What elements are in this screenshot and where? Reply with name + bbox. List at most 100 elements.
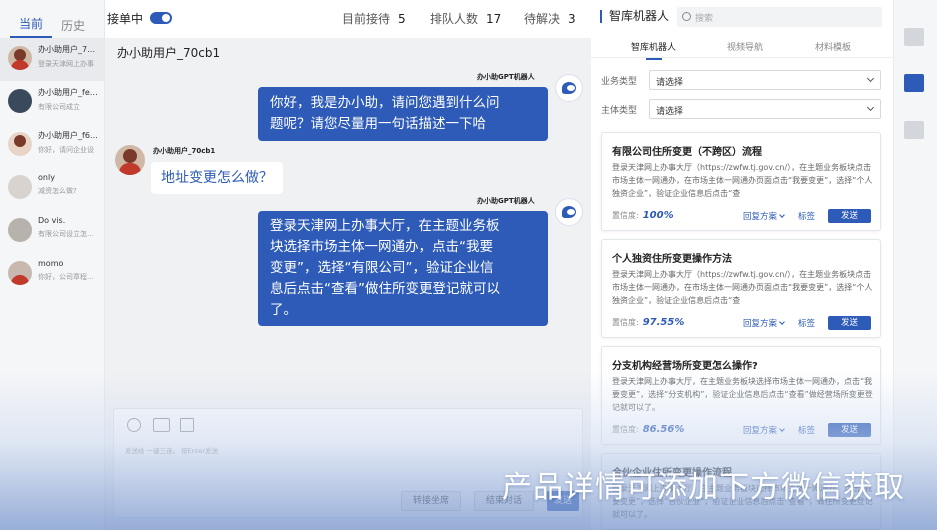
chat-title: 办小助用户_70cb1	[117, 46, 221, 60]
session-name: only	[38, 173, 55, 182]
send-answer-button[interactable]: 发送	[828, 209, 871, 223]
knowledge-search-icon[interactable]	[904, 74, 924, 92]
answer-card: 分支机构经营场所变更怎么操作? 登录天津网上办事大厅，在主题业务板块选择市场主体…	[601, 346, 881, 445]
session-name: 办小助用户_f6…	[38, 131, 98, 140]
plan-label: 回复方案	[743, 319, 778, 329]
panel-tabs: 智库机器人 视频导航 材料模板	[591, 38, 893, 60]
send-answer-button[interactable]: 发送	[828, 316, 871, 330]
stat-label: 目前接待	[342, 12, 391, 26]
bot-name: 办小助GPT机器人	[477, 197, 535, 205]
bot-message: 登录天津网上办事大厅，在主题业务板 块选择市场主体一网通办，点击“我要 变更”，…	[258, 211, 548, 326]
select-value: 请选择	[656, 107, 684, 117]
business-type-label: 业务类型	[601, 77, 638, 87]
session-preview: 登录天津网上办事	[38, 60, 94, 68]
session-item[interactable]: Do vis. 有限公司设立怎…	[0, 210, 104, 253]
confidence: 置信度: 100%	[612, 210, 674, 221]
search-placeholder: 搜索	[695, 14, 714, 24]
confidence-label: 置信度:	[612, 425, 639, 434]
session-name: Do vis.	[38, 216, 66, 225]
user-name: 办小助用户_70cb1	[153, 147, 216, 155]
send-answer-button[interactable]: 发送	[828, 423, 871, 437]
chevron-down-icon	[779, 426, 785, 432]
yen-icon[interactable]	[904, 121, 924, 139]
user-message: 地址变更怎么做？	[151, 162, 283, 194]
answer-card: 有限公司住所变更（不跨区）流程 登录天津网上办事大厅（https://zwfw.…	[601, 132, 881, 231]
message-line: 块选择市场主体一网通办，点击“我要	[270, 239, 493, 255]
confidence-value: 97.55%	[642, 317, 685, 328]
avatar	[8, 132, 32, 156]
receiving-label: 接单中	[107, 12, 144, 26]
confidence: 置信度: 97.55%	[612, 317, 684, 328]
entity-type-label: 主体类型	[601, 106, 638, 116]
tab-video-nav[interactable]: 视频导航	[727, 40, 763, 53]
tab-kb-robot[interactable]: 智库机器人	[631, 40, 676, 60]
stat-queue: 排队人数 17	[430, 10, 501, 27]
business-type-select[interactable]: 请选择	[649, 70, 881, 90]
tab-material-template[interactable]: 材料模板	[815, 40, 851, 53]
bot-message: 你好，我是办小助，请问您遇到什么问 题呢？请您尽量用一句话描述一下哈	[258, 87, 548, 141]
card-body: 登录天津网上办事大厅，在主题业务板块选择市场主体一网通办，点击“我要变更”，选择…	[612, 377, 873, 412]
bot-avatar	[555, 198, 583, 226]
session-item[interactable]: 办小助用户_fe… 有限公司成立	[0, 81, 104, 124]
card-body: 登录天津网上办事大厅（https://zwfw.tj.gov.cn/），在主题业…	[612, 163, 873, 198]
avatar	[8, 175, 32, 199]
plan-label: 回复方案	[743, 212, 778, 222]
tag-link[interactable]: 标签	[798, 424, 815, 436]
stat-value: 17	[486, 12, 502, 26]
card-body: 登录天津网上办事大厅（https://zwfw.tj.gov.cn/），在主题业…	[612, 270, 873, 305]
right-toolbar	[893, 0, 937, 530]
session-preview: 你好，公司章程…	[38, 273, 94, 281]
user-avatar	[115, 145, 145, 175]
chat-area: 办小助用户_70cb1 办小助GPT机器人 你好，我是办小助，请问您遇到什么问 …	[105, 38, 591, 530]
avatar	[8, 218, 32, 242]
reply-plan-dropdown[interactable]: 回复方案	[743, 424, 785, 436]
image-icon[interactable]	[153, 418, 170, 432]
stat-label: 待解决	[524, 12, 561, 26]
emoji-icon[interactable]	[127, 418, 141, 432]
tag-link[interactable]: 标签	[798, 210, 815, 222]
profile-card-icon[interactable]	[904, 28, 924, 46]
search-input[interactable]: 搜索	[677, 7, 882, 27]
session-preview: 有限公司成立	[38, 103, 80, 111]
avatar	[8, 46, 32, 70]
chevron-down-icon	[866, 103, 875, 112]
stat-pending: 待解决 3	[524, 10, 576, 27]
stat-value: 5	[398, 12, 406, 26]
top-bar: 接单中 目前接待 5 排队人数 17 待解决 3	[105, 0, 591, 38]
message-line: 息后点击“查看”做住所变更登记就可以	[270, 281, 500, 297]
session-sidebar: 当前 历史 办小助用户_7… 登录天津网上办事 办小助用户_fe… 有限公司成立…	[0, 0, 105, 530]
bot-avatar	[555, 74, 583, 102]
reply-plan-dropdown[interactable]: 回复方案	[743, 210, 785, 222]
card-title: 有限公司住所变更（不跨区）流程	[612, 147, 762, 158]
plan-label: 回复方案	[743, 426, 778, 436]
message-line: 题呢？请您尽量用一句话描述一下哈	[270, 116, 486, 132]
card-title: 个人独资住所变更操作方法	[612, 254, 732, 265]
stat-serving: 目前接待 5	[342, 10, 406, 27]
confidence-label: 置信度:	[612, 318, 639, 327]
tab-current[interactable]: 当前	[10, 15, 52, 38]
reply-plan-dropdown[interactable]: 回复方案	[743, 317, 785, 329]
message-line: 你好，我是办小助，请问您遇到什么问	[270, 95, 500, 111]
session-name: 办小助用户_fe…	[38, 88, 98, 97]
tab-history[interactable]: 历史	[52, 17, 94, 38]
confidence-label: 置信度:	[612, 211, 639, 220]
avatar	[8, 89, 32, 113]
receiving-toggle[interactable]	[150, 12, 172, 24]
confidence-value: 86.56%	[642, 424, 685, 435]
bot-name: 办小助GPT机器人	[477, 73, 535, 81]
session-item[interactable]: 办小助用户_7… 登录天津网上办事	[0, 38, 104, 81]
tag-link[interactable]: 标签	[798, 317, 815, 329]
entity-type-select[interactable]: 请选择	[649, 99, 881, 119]
session-item[interactable]: momo 你好，公司章程…	[0, 253, 104, 296]
stat-label: 排队人数	[430, 12, 479, 26]
session-item[interactable]: 办小助用户_f6… 你好，请问企业设	[0, 124, 104, 167]
confidence: 置信度: 86.56%	[612, 424, 684, 435]
session-tabs: 当前 历史	[0, 0, 104, 38]
folder-icon[interactable]	[180, 418, 194, 432]
card-title: 分支机构经营场所变更怎么操作?	[612, 361, 758, 372]
session-item[interactable]: only 减资怎么做?	[0, 167, 104, 210]
chevron-down-icon	[866, 74, 875, 83]
promo-banner: 产品详情可添加下方微信获取	[502, 470, 905, 505]
session-name: 办小助用户_7…	[38, 45, 96, 54]
panel-title: 智库机器人	[600, 10, 669, 23]
